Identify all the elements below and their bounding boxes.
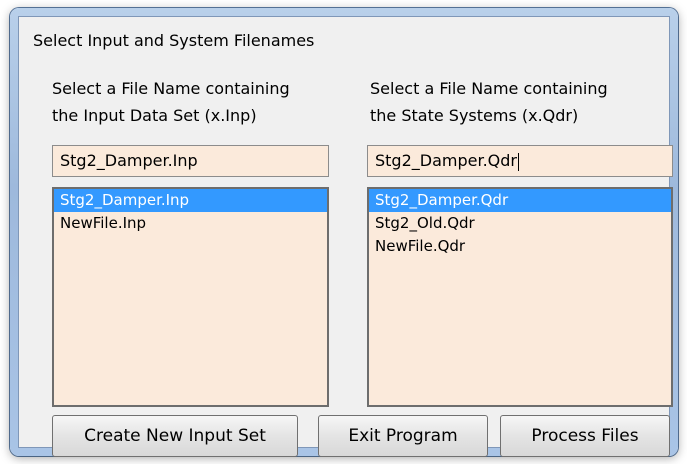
system-filename-field[interactable]: Stg2_Damper.Qdr — [367, 145, 673, 177]
dialog-client-area: Select Input and System Filenames Select… — [18, 16, 673, 457]
input-filename-value: Stg2_Damper.Inp — [60, 151, 198, 170]
dialog-window: Select Input and System Filenames Select… — [10, 8, 678, 457]
dialog-title: Select Input and System Filenames — [33, 31, 315, 50]
create-new-input-set-button[interactable]: Create New Input Set — [52, 415, 298, 457]
process-files-button[interactable]: Process Files — [500, 415, 670, 457]
system-caption-line2: the State Systems (x.Qdr) — [370, 106, 579, 125]
input-list-item[interactable]: NewFile.Inp — [54, 212, 327, 235]
input-file-caption: Select a File Name containing the Input … — [52, 75, 290, 129]
input-list-item[interactable]: Stg2_Damper.Inp — [54, 189, 327, 212]
system-caption-line1: Select a File Name containing — [370, 79, 608, 98]
system-file-caption: Select a File Name containing the State … — [370, 75, 608, 129]
system-file-list[interactable]: Stg2_Damper.Qdr Stg2_Old.Qdr NewFile.Qdr — [367, 187, 673, 407]
exit-program-button[interactable]: Exit Program — [318, 415, 488, 457]
input-filename-field[interactable]: Stg2_Damper.Inp — [52, 145, 329, 177]
system-list-item[interactable]: Stg2_Damper.Qdr — [369, 189, 671, 212]
system-filename-value: Stg2_Damper.Qdr — [375, 151, 517, 170]
input-caption-line1: Select a File Name containing — [52, 79, 290, 98]
system-list-item[interactable]: NewFile.Qdr — [369, 235, 671, 258]
text-caret — [518, 152, 519, 171]
system-list-item[interactable]: Stg2_Old.Qdr — [369, 212, 671, 235]
input-file-list[interactable]: Stg2_Damper.Inp NewFile.Inp — [52, 187, 329, 407]
input-caption-line2: the Input Data Set (x.Inp) — [52, 106, 257, 125]
